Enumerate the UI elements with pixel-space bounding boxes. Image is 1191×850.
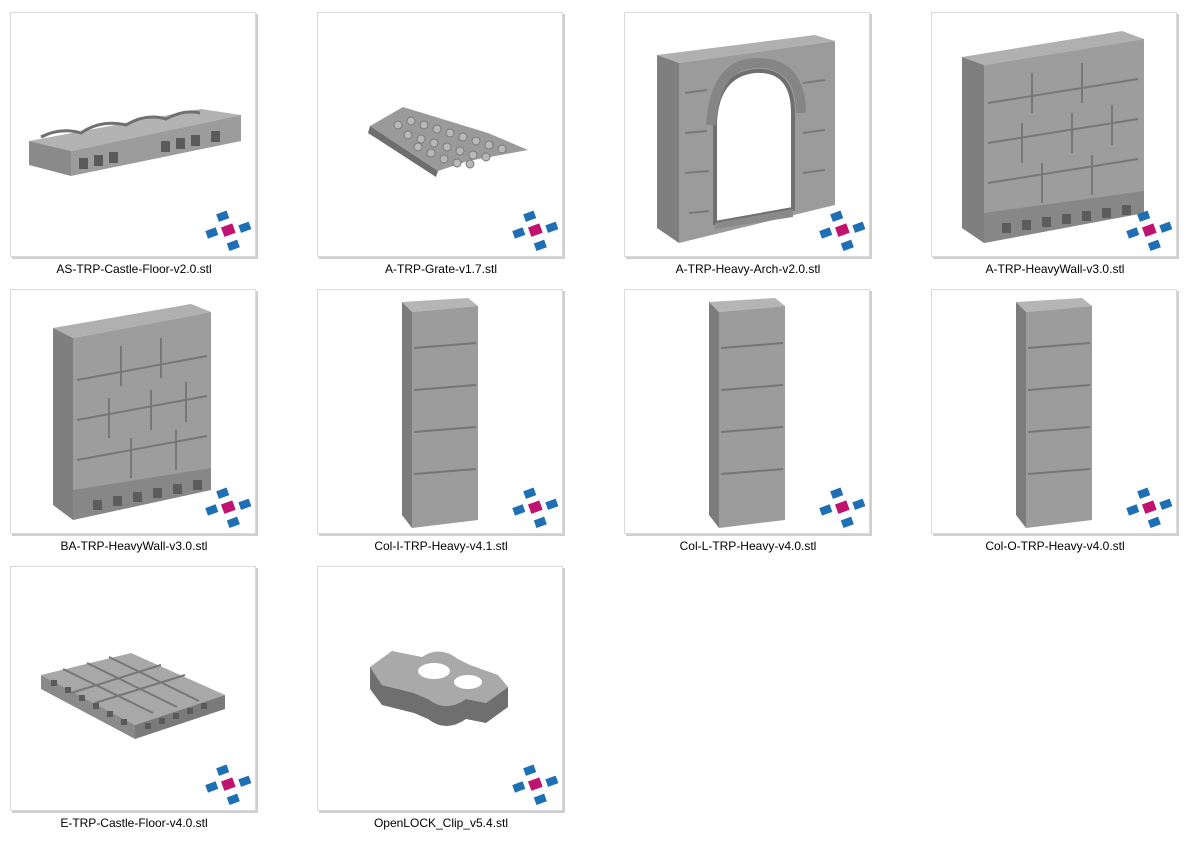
slicer-app-icon xyxy=(1126,487,1173,528)
file-thumbnail[interactable] xyxy=(624,289,870,534)
file-thumbnail[interactable] xyxy=(624,12,870,257)
slicer-app-icon xyxy=(205,210,252,251)
file-name: Col-I-TRP-Heavy-v4.1.stl xyxy=(374,539,508,553)
file-name: AS-TRP-Castle-Floor-v2.0.stl xyxy=(56,262,212,276)
slicer-app-icon xyxy=(512,487,559,528)
file-name: Col-L-TRP-Heavy-v4.0.stl xyxy=(679,539,817,553)
file-name: Col-O-TRP-Heavy-v4.0.stl xyxy=(985,539,1125,553)
slicer-app-icon xyxy=(1126,210,1173,251)
file-thumbnail[interactable] xyxy=(317,289,563,534)
slicer-app-icon xyxy=(512,210,559,251)
slicer-app-icon xyxy=(205,487,252,528)
file-name: BA-TRP-HeavyWall-v3.0.stl xyxy=(60,539,208,553)
slicer-app-icon xyxy=(819,487,866,528)
slicer-app-icon xyxy=(819,210,866,251)
file-thumbnail[interactable] xyxy=(10,12,256,257)
file-name: E-TRP-Castle-Floor-v4.0.stl xyxy=(60,816,208,830)
file-thumbnail[interactable] xyxy=(931,12,1177,257)
file-thumbnail[interactable] xyxy=(10,289,256,534)
slicer-app-icon xyxy=(205,764,252,805)
file-name: A-TRP-Heavy-Arch-v2.0.stl xyxy=(675,262,821,276)
file-thumbnail[interactable] xyxy=(10,566,256,811)
file-thumbnail[interactable] xyxy=(931,289,1177,534)
file-thumbnail[interactable] xyxy=(317,566,563,811)
file-name: OpenLOCK_Clip_v5.4.stl xyxy=(373,816,509,830)
file-name: A-TRP-HeavyWall-v3.0.stl xyxy=(985,262,1125,276)
slicer-app-icon xyxy=(512,764,559,805)
file-name: A-TRP-Grate-v1.7.stl xyxy=(384,262,498,276)
file-thumbnail[interactable] xyxy=(317,12,563,257)
